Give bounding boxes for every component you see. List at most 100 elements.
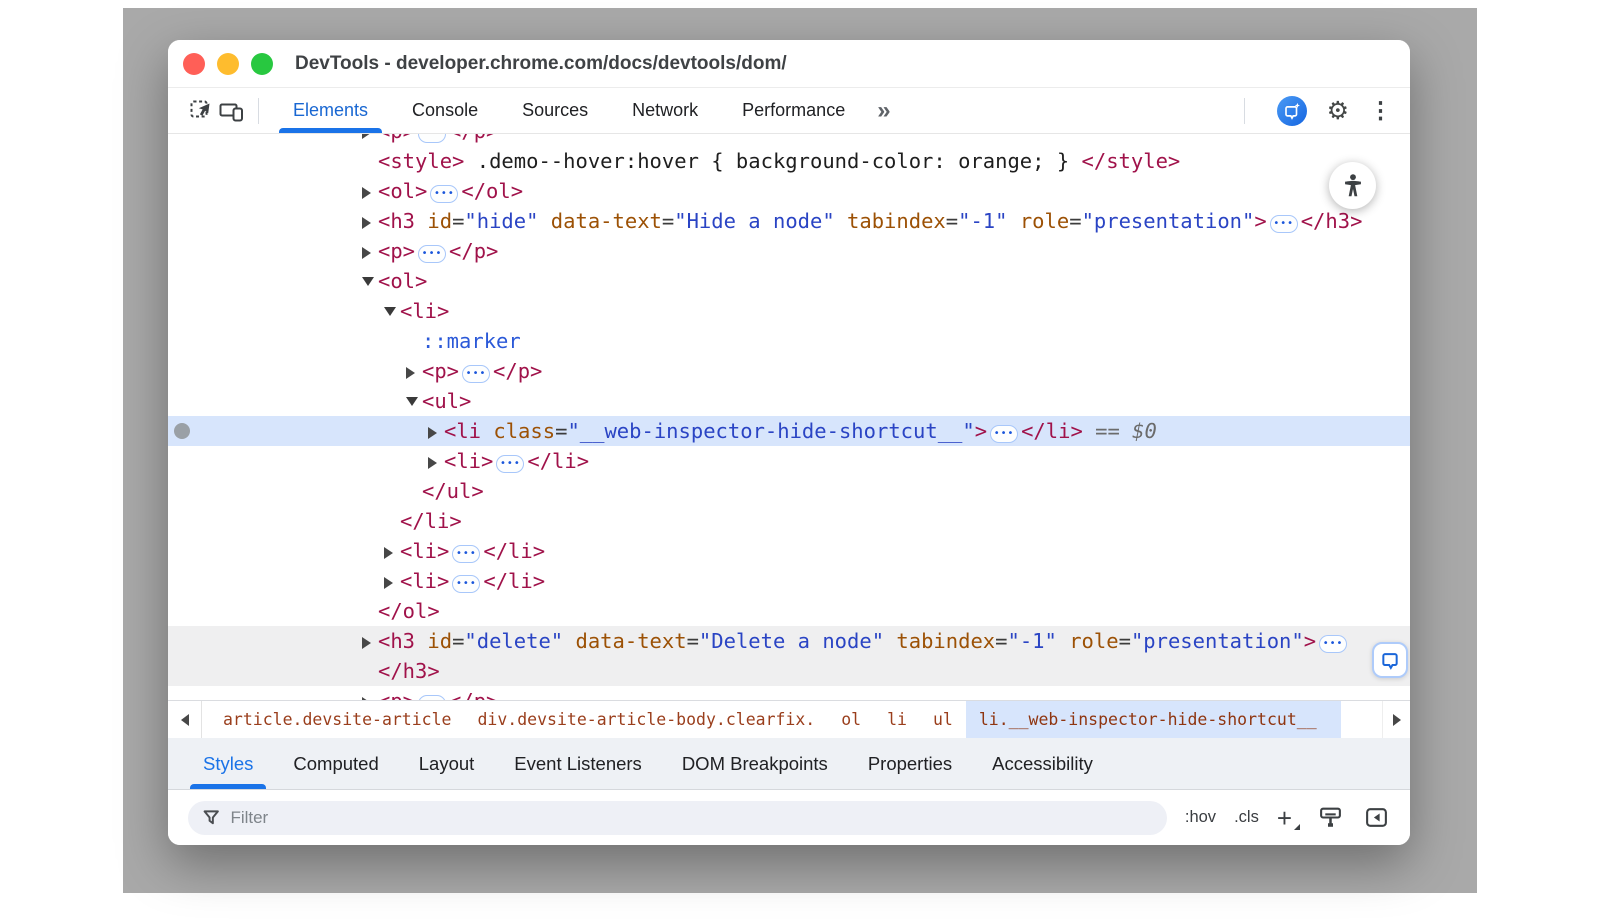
tab-console[interactable]: Console xyxy=(390,88,500,133)
breadcrumb-item[interactable]: ul xyxy=(920,701,966,738)
breadcrumb-left-arrow-icon[interactable] xyxy=(168,701,202,738)
toolbar-right-controls: ⚙ ⋮ xyxy=(1232,96,1410,126)
ellipsis-expand-icon[interactable]: ••• xyxy=(452,575,480,593)
expand-arrow-icon[interactable] xyxy=(362,686,378,700)
dom-row[interactable]: <li> xyxy=(168,296,1410,326)
dom-row[interactable]: </ol> xyxy=(168,596,1410,626)
ellipsis-expand-icon[interactable]: ••• xyxy=(1319,635,1347,653)
tag-token: <li> xyxy=(400,569,449,593)
tag-token: </ol> xyxy=(461,179,523,203)
element-classes-button[interactable]: .cls xyxy=(1234,808,1259,827)
expand-arrow-icon[interactable] xyxy=(406,356,422,386)
text-token: .demo--hover:hover { background-color: o… xyxy=(464,149,1081,173)
dom-row[interactable]: <p>•••</p> xyxy=(168,236,1410,266)
ellipsis-expand-icon[interactable]: ••• xyxy=(462,365,490,383)
traffic-light-minimize-button[interactable] xyxy=(217,53,239,75)
ellipsis-expand-icon[interactable]: ••• xyxy=(1270,215,1298,233)
attribute-name-token: class xyxy=(481,419,555,443)
tab-elements[interactable]: Elements xyxy=(271,88,390,133)
ellipsis-expand-icon[interactable]: ••• xyxy=(496,455,524,473)
tag-token: > xyxy=(1304,629,1316,653)
collapse-arrow-icon[interactable] xyxy=(384,296,400,326)
dom-row[interactable]: <ol>•••</ol> xyxy=(168,176,1410,206)
ellipsis-expand-icon[interactable]: ••• xyxy=(990,425,1018,443)
breadcrumb-item[interactable]: article.devsite-article xyxy=(210,701,464,738)
tab-network[interactable]: Network xyxy=(610,88,720,133)
tag-token: </li> xyxy=(483,569,545,593)
ai-assistant-float-button[interactable] xyxy=(1372,642,1408,678)
dom-row-selected[interactable]: <li class="__web-inspector-hide-shortcut… xyxy=(168,416,1410,446)
dom-row[interactable]: <h3 id="hide" data-text="Hide a node" ta… xyxy=(168,206,1410,236)
settings-gear-icon[interactable]: ⚙ xyxy=(1327,96,1349,126)
attribute-name-token: data-text xyxy=(563,629,686,653)
ellipsis-expand-icon[interactable]: ••• xyxy=(418,245,446,263)
collapse-arrow-icon[interactable] xyxy=(406,386,422,416)
breadcrumb-item[interactable]: div.devsite-article-body.clearfix. xyxy=(464,701,828,738)
expand-arrow-icon[interactable] xyxy=(428,416,444,446)
ai-assistant-icon[interactable] xyxy=(1277,96,1307,126)
new-style-rule-button[interactable]: + xyxy=(1277,805,1298,831)
dom-row[interactable]: <ol> xyxy=(168,266,1410,296)
expand-arrow-icon[interactable] xyxy=(362,134,378,146)
more-menu-icon[interactable]: ⋮ xyxy=(1369,97,1392,124)
ellipsis-expand-icon[interactable]: ••• xyxy=(418,695,446,700)
tag-token: </h3> xyxy=(378,659,440,683)
expand-arrow-icon[interactable] xyxy=(362,626,378,656)
tag-token: > xyxy=(975,419,987,443)
expand-arrow-icon[interactable] xyxy=(362,236,378,266)
expand-arrow-icon[interactable] xyxy=(384,566,400,596)
dom-row[interactable]: <h3 id="delete" data-text="Delete a node… xyxy=(168,626,1410,656)
sidebar-tab-layout[interactable]: Layout xyxy=(402,738,492,789)
rendering-brush-icon[interactable] xyxy=(1316,804,1344,832)
ellipsis-expand-icon[interactable]: ••• xyxy=(452,545,480,563)
sidebar-tab-styles[interactable]: Styles xyxy=(186,738,270,789)
attribute-value-token: "presentation" xyxy=(1082,209,1255,233)
devtools-toolbar: ElementsConsoleSourcesNetworkPerformance… xyxy=(168,88,1410,134)
inspect-element-icon[interactable] xyxy=(186,96,216,126)
filter-funnel-icon xyxy=(202,808,220,827)
breadcrumb-item-selected[interactable]: li.__web-inspector-hide-shortcut__ xyxy=(966,701,1341,738)
tag-token: <li> xyxy=(400,299,449,323)
collapse-arrow-icon[interactable] xyxy=(362,266,378,296)
ellipsis-expand-icon[interactable]: ••• xyxy=(430,185,458,203)
expand-arrow-icon[interactable] xyxy=(428,446,444,476)
dom-row[interactable]: <style> .demo--hover:hover { background-… xyxy=(168,146,1410,176)
toggle-element-state-button[interactable]: :hov xyxy=(1185,808,1216,827)
tab-performance[interactable]: Performance xyxy=(720,88,867,133)
devtools-window: DevTools - developer.chrome.com/docs/dev… xyxy=(168,40,1410,845)
more-panels-chevron-icon[interactable]: » xyxy=(867,97,899,125)
traffic-light-close-button[interactable] xyxy=(183,53,205,75)
dom-row[interactable]: <li>•••</li> xyxy=(168,446,1410,476)
breadcrumb-item[interactable]: ol xyxy=(828,701,874,738)
dom-row[interactable]: </li> xyxy=(168,506,1410,536)
breadcrumb-item[interactable]: li xyxy=(874,701,920,738)
toggle-sidebar-icon[interactable] xyxy=(1362,804,1390,832)
sidebar-tab-dom-breakpoints[interactable]: DOM Breakpoints xyxy=(665,738,845,789)
sidebar-tab-accessibility[interactable]: Accessibility xyxy=(975,738,1110,789)
sidebar-tab-properties[interactable]: Properties xyxy=(851,738,969,789)
traffic-light-zoom-button[interactable] xyxy=(251,53,273,75)
breadcrumb-right-arrow-icon[interactable] xyxy=(1382,701,1410,738)
attribute-value-token: "Delete a node" xyxy=(699,629,884,653)
window-title: DevTools - developer.chrome.com/docs/dev… xyxy=(295,40,787,88)
expand-arrow-icon[interactable] xyxy=(362,206,378,236)
dom-row[interactable]: </h3> xyxy=(168,656,1410,686)
dom-row[interactable]: ::marker xyxy=(168,326,1410,356)
dom-row[interactable]: <p>•••</p> xyxy=(168,356,1410,386)
dom-row[interactable]: <p>•••</p> xyxy=(168,686,1410,700)
ellipsis-expand-icon[interactable]: ••• xyxy=(418,134,446,143)
dom-row[interactable]: <p>•••</p> xyxy=(168,134,1410,146)
dom-row[interactable]: <ul> xyxy=(168,386,1410,416)
tab-sources[interactable]: Sources xyxy=(500,88,610,133)
accessibility-icon[interactable] xyxy=(1329,162,1376,209)
dom-row[interactable]: <li>•••</li> xyxy=(168,566,1410,596)
device-toolbar-icon[interactable] xyxy=(216,96,246,126)
expand-arrow-icon[interactable] xyxy=(384,536,400,566)
styles-filter-input[interactable] xyxy=(230,808,1152,828)
expand-arrow-icon[interactable] xyxy=(362,176,378,206)
tag-token: <style> xyxy=(378,149,464,173)
sidebar-tab-event-listeners[interactable]: Event Listeners xyxy=(497,738,659,789)
sidebar-tab-computed[interactable]: Computed xyxy=(276,738,395,789)
dom-row[interactable]: <li>•••</li> xyxy=(168,536,1410,566)
dom-row[interactable]: </ul> xyxy=(168,476,1410,506)
